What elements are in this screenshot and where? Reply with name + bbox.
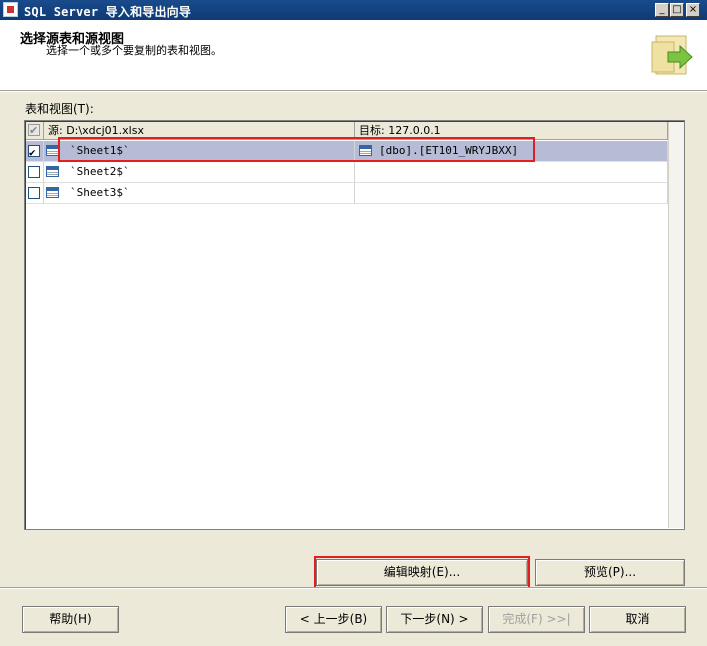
wizard-body: 表和视图(T): 源: D:\xdcj01.xlsx 目标: 127.0.0.1…: [0, 92, 707, 646]
table-row[interactable]: `Sheet3$`: [26, 183, 668, 204]
table-icon: [359, 145, 372, 156]
help-button[interactable]: 帮助(H): [22, 606, 119, 633]
source-cell[interactable]: `Sheet2$`: [44, 162, 355, 183]
destination-cell[interactable]: [355, 162, 668, 183]
close-button[interactable]: ×: [686, 3, 700, 17]
table-icon: [46, 187, 59, 198]
row-check-cell[interactable]: [26, 141, 44, 163]
cancel-button[interactable]: 取消: [589, 606, 686, 633]
destination-cell[interactable]: [355, 183, 668, 204]
row-checkbox[interactable]: [28, 143, 40, 163]
minimize-button[interactable]: _: [655, 3, 669, 17]
table-row[interactable]: `Sheet1$` [dbo].[ET101_WRYJBXX]: [26, 141, 668, 163]
table-icon: [46, 166, 59, 177]
destination-cell[interactable]: [dbo].[ET101_WRYJBXX]: [355, 141, 668, 162]
window-title-bar[interactable]: SQL Server 导入和导出向导 _ □ ×: [0, 0, 707, 20]
tables-views-grid[interactable]: 源: D:\xdcj01.xlsx 目标: 127.0.0.1 `Sheet1$…: [24, 120, 685, 530]
select-all-cell[interactable]: [26, 122, 44, 140]
page-subtitle: 选择一个或多个要复制的表和视图。: [46, 44, 222, 57]
finish-button[interactable]: 完成(F) >>|: [488, 606, 585, 633]
wizard-header: 选择源表和源视图 选择一个或多个要复制的表和视图。: [0, 20, 707, 91]
source-name: `Sheet2$`: [70, 165, 130, 178]
next-button[interactable]: 下一步(N) >: [386, 606, 483, 633]
footer-divider: [0, 587, 707, 589]
row-check-cell[interactable]: [26, 183, 44, 204]
row-checkbox[interactable]: [28, 166, 40, 178]
maximize-button[interactable]: □: [670, 3, 684, 17]
grid-scrollbar[interactable]: [668, 122, 684, 528]
destination-column-header[interactable]: 目标: 127.0.0.1: [355, 122, 668, 140]
row-check-cell[interactable]: [26, 162, 44, 183]
back-button[interactable]: < 上一步(B): [285, 606, 382, 633]
window-title: SQL Server 导入和导出向导: [24, 5, 192, 19]
source-column-header[interactable]: 源: D:\xdcj01.xlsx: [44, 122, 355, 140]
wizard-arrow-graphic-icon: [651, 35, 693, 75]
preview-button[interactable]: 预览(P)...: [535, 559, 685, 586]
edit-mappings-button[interactable]: 编辑映射(E)...: [316, 559, 528, 586]
source-name: `Sheet1$`: [70, 144, 130, 157]
source-name: `Sheet3$`: [70, 186, 130, 199]
source-cell[interactable]: `Sheet1$`: [44, 141, 355, 162]
table-icon: [46, 145, 59, 156]
app-icon: [3, 2, 18, 17]
source-cell[interactable]: `Sheet3$`: [44, 183, 355, 204]
tables-views-label: 表和视图(T):: [25, 102, 94, 116]
destination-name: [dbo].[ET101_WRYJBXX]: [379, 144, 519, 157]
table-row[interactable]: `Sheet2$`: [26, 162, 668, 183]
grid-header: 源: D:\xdcj01.xlsx 目标: 127.0.0.1: [26, 122, 668, 140]
row-checkbox[interactable]: [28, 187, 40, 199]
select-all-checkbox[interactable]: [28, 122, 40, 139]
